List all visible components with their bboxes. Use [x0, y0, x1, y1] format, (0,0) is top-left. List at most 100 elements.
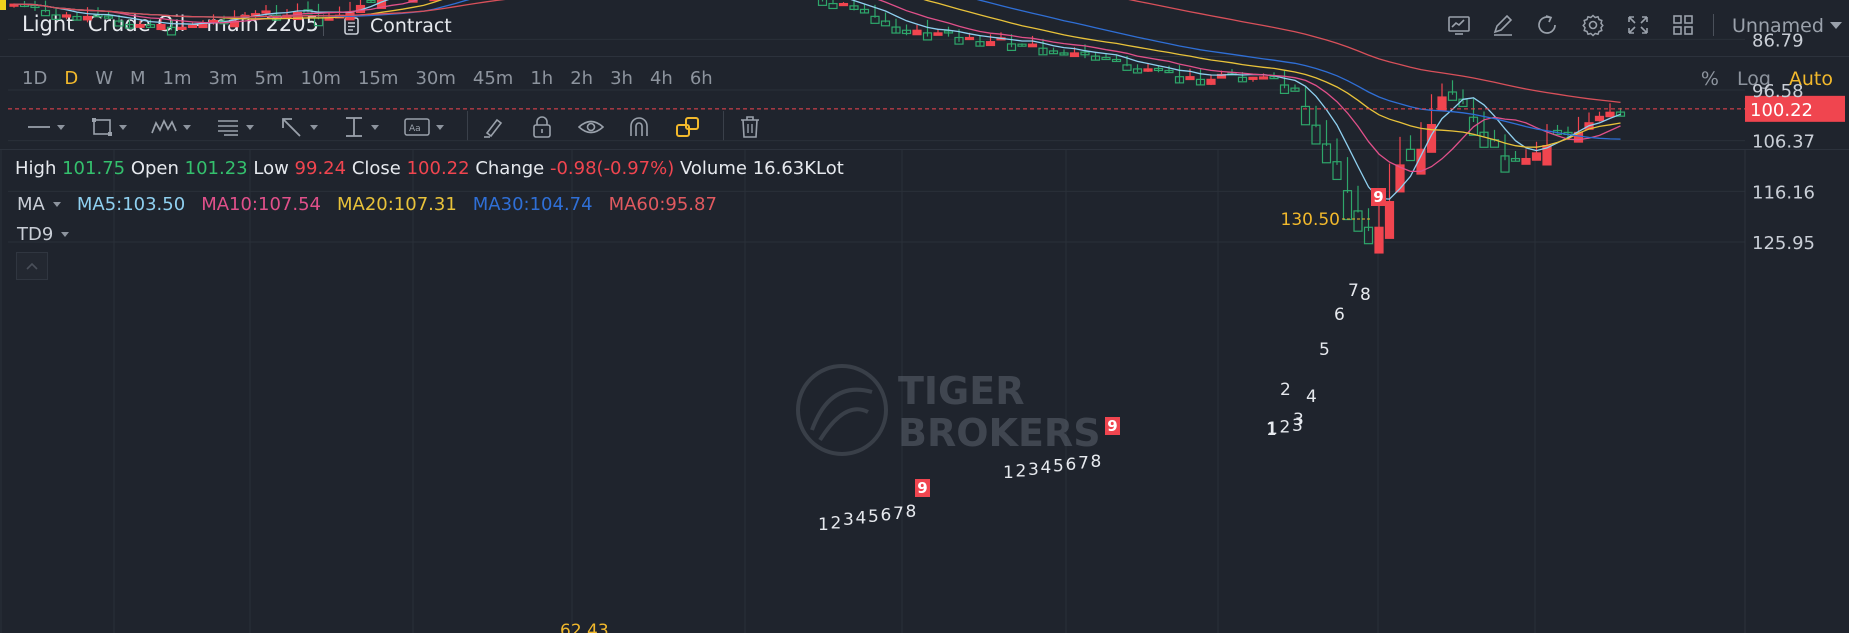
candle-body [1374, 226, 1384, 254]
close-value: 100.22 [406, 158, 470, 179]
candle-body [828, 2, 838, 10]
candle-body [1342, 190, 1353, 221]
candle-body [156, 24, 166, 31]
low-label: Low [253, 158, 289, 179]
ma10-value: MA10:107.54 [201, 194, 321, 215]
price-chart[interactable]: TIGERBROKERS1 2 3 4 5 6 7 81 2 3 4 5 6 7 81 2 3567 812349… [0, 0, 1849, 633]
td9-count-2: 2 [1280, 380, 1291, 400]
candle-body [964, 36, 975, 41]
candle-body [912, 29, 922, 36]
ohlc-readout: High 101.75 Open 101.23 Low 99.24 Close … [15, 158, 844, 179]
td9-count-7: 7 [1348, 281, 1359, 301]
candle-body [1248, 76, 1258, 80]
td9-indicator-dropdown[interactable]: TD9 [17, 224, 70, 245]
td9-count-2: 2 [1280, 417, 1291, 437]
volume-value: 16.63KLot [752, 158, 844, 179]
td9-count-4: 4 [1041, 458, 1052, 478]
candle-body [1521, 157, 1531, 165]
td9-count-9: 9 [1373, 188, 1383, 206]
td9-count-1: 1 [818, 515, 829, 535]
volume-label: Volume [680, 158, 747, 179]
candle-body [429, 0, 439, 2]
td9-count-8: 8 [1360, 285, 1371, 305]
candle-body [1206, 78, 1216, 85]
change-label: Change [475, 158, 545, 179]
change-value: -0.98(-0.97%) [549, 158, 675, 179]
td9-count-3: 3 [1293, 410, 1304, 430]
td9-count-5: 5 [868, 507, 879, 527]
close-label: Close [351, 158, 401, 179]
candle-body [838, 2, 849, 7]
open-value: 101.23 [184, 158, 248, 179]
candle-body [1594, 115, 1605, 122]
td9-count-5: 5 [1053, 457, 1064, 477]
y-axis-tick-label: 86.79 [1752, 30, 1804, 51]
y-axis-tick-label: 96.58 [1752, 81, 1804, 102]
candle-body [82, 15, 93, 21]
td9-count-3: 3 [843, 510, 854, 530]
candle-body [1143, 68, 1153, 72]
y-axis-tick-label: 77.00 [1752, 0, 1804, 1]
y-axis-tick-label: 125.95 [1752, 233, 1815, 254]
candle-body [1027, 43, 1038, 48]
ma30-line [13, 0, 1621, 140]
chevron-up-icon [26, 262, 38, 270]
td9-count-9: 9 [1107, 417, 1117, 435]
ma-legend: MA MA5:103.50 MA10:107.54 MA20:107.31 MA… [17, 194, 717, 215]
td9-count-6: 6 [1334, 305, 1345, 325]
y-axis-tick-label: 116.16 [1752, 182, 1815, 203]
low-price-marker: 62.43 [560, 621, 609, 633]
watermark-tiger-stripes [810, 387, 873, 442]
candle-body [933, 32, 943, 36]
td9-count-2: 2 [1016, 461, 1027, 481]
low-value: 99.24 [294, 158, 347, 179]
chevron-down-icon [52, 202, 61, 207]
td9-count-7: 7 [1078, 453, 1089, 473]
ma-indicator-dropdown[interactable]: MA [17, 194, 61, 215]
candle-body [985, 41, 996, 47]
candle-body [51, 14, 61, 20]
y-axis-tick-label: 106.37 [1752, 132, 1815, 153]
td9-count-6: 6 [1066, 455, 1077, 475]
candle-body [61, 14, 72, 18]
candle-body [177, 26, 187, 30]
high-price-marker: 130.50 [1281, 210, 1340, 230]
ma-label: MA [17, 194, 45, 215]
td9-count-9: 9 [917, 479, 927, 497]
td9-count-6: 6 [881, 505, 892, 525]
td9-count-2: 2 [831, 513, 842, 533]
watermark-logo [796, 364, 888, 456]
candle-body [1405, 148, 1416, 162]
candle-body [135, 23, 145, 28]
candle-body [1353, 210, 1363, 232]
chevron-down-icon [61, 232, 70, 237]
ma60-value: MA60:95.87 [608, 194, 717, 215]
candle-body [1321, 143, 1332, 164]
td9-count-4: 4 [1306, 387, 1317, 407]
candle-body [1531, 152, 1542, 161]
last-price-label: 100.22 [1750, 100, 1813, 121]
td9-count-1: 1 [1003, 463, 1014, 483]
candle-body [1384, 201, 1395, 239]
candle-body [1258, 76, 1269, 80]
candle-body [1069, 52, 1080, 58]
ma20-line [13, 0, 1621, 148]
ma20-value: MA20:107.31 [336, 194, 457, 215]
open-label: Open [130, 158, 179, 179]
td9-count-8: 8 [1091, 452, 1102, 472]
ma30-value: MA30:104.74 [472, 194, 593, 215]
high-label: High [15, 158, 57, 179]
td9-count-7: 7 [893, 504, 904, 524]
watermark-tiger-icon [796, 364, 888, 456]
watermark-text-tiger: TIGER [898, 369, 1024, 413]
td9-count-3: 3 [1028, 460, 1039, 480]
ma5-value: MA5:103.50 [76, 194, 186, 215]
td9-count-1: 1 [1266, 420, 1277, 440]
td9-count-5: 5 [1319, 340, 1330, 360]
candle-body [198, 23, 208, 29]
candle-body [1605, 111, 1615, 118]
candle-body [1185, 76, 1195, 81]
td9-label: TD9 [17, 224, 54, 245]
high-value: 101.75 [62, 158, 126, 179]
collapse-indicators-button[interactable] [16, 252, 48, 280]
